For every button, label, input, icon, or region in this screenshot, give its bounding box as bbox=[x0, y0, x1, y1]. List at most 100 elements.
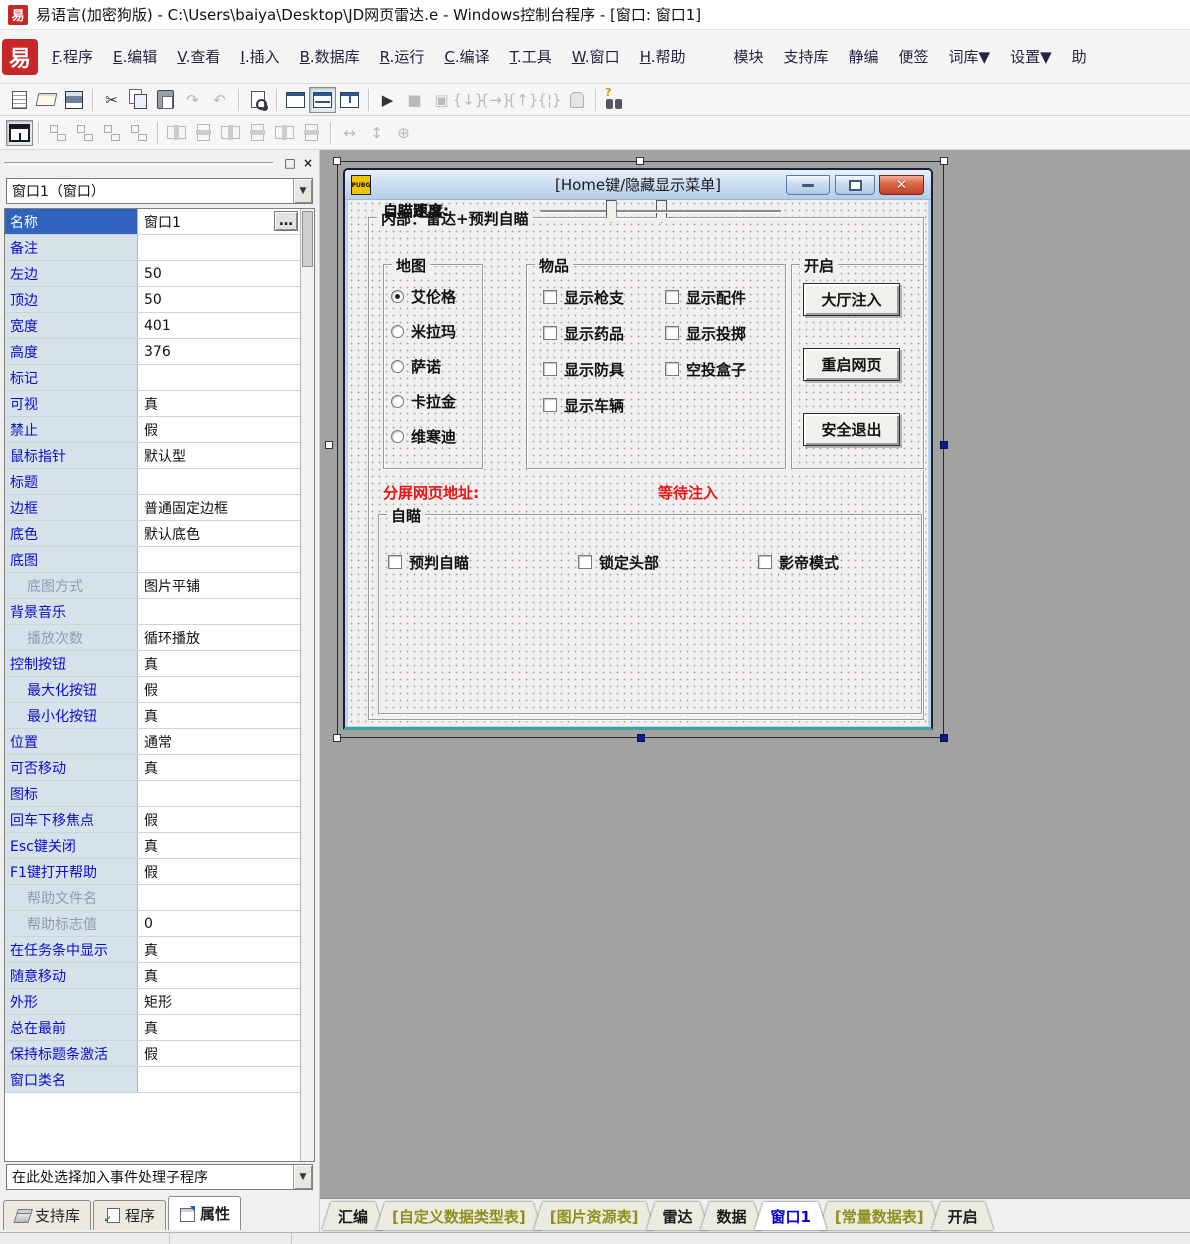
debug-window-icon[interactable]: ▣ bbox=[428, 87, 455, 113]
new-file-icon[interactable] bbox=[6, 87, 33, 113]
designed-form[interactable]: PUBG [Home键/隐藏显示菜单] 内部：雷达+预判自瞄 地图 bbox=[343, 168, 933, 730]
property-row[interactable]: 可视 真 … bbox=[5, 391, 300, 417]
menu-item[interactable]: 模块 bbox=[723, 40, 773, 73]
property-row[interactable]: 备注 … bbox=[5, 235, 300, 261]
toolbar-icon[interactable] bbox=[238, 89, 239, 111]
menu-item[interactable]: 词库▼ bbox=[939, 40, 1001, 73]
toolbar-icon[interactable] bbox=[368, 89, 369, 111]
property-row[interactable]: 边框 普通固定边框 … bbox=[5, 495, 300, 521]
map-radio-option[interactable]: 卡拉金 bbox=[391, 392, 456, 410]
toolbar-icon[interactable] bbox=[157, 122, 158, 144]
step-over-icon[interactable]: {→} bbox=[482, 87, 509, 113]
property-row[interactable]: 总在最前 真 … bbox=[5, 1015, 300, 1041]
undo-icon[interactable]: ↶ bbox=[206, 87, 233, 113]
property-row[interactable]: 顶边 50 … bbox=[5, 287, 300, 313]
property-row[interactable]: 在任务条中显示 真 … bbox=[5, 937, 300, 963]
aim-checkbox[interactable]: 影帝模式 bbox=[758, 553, 839, 571]
pause-hand-icon[interactable] bbox=[563, 87, 590, 113]
property-row[interactable]: 外形 矩形 … bbox=[5, 989, 300, 1015]
save-icon[interactable] bbox=[60, 87, 87, 113]
property-row[interactable]: 帮助标志值 0 … bbox=[5, 911, 300, 937]
property-row[interactable]: 帮助文件名 … bbox=[5, 885, 300, 911]
property-row[interactable]: 高度 376 … bbox=[5, 339, 300, 365]
property-row[interactable]: 底图 … bbox=[5, 547, 300, 573]
layout-bottom-icon[interactable] bbox=[336, 87, 363, 113]
layout-split-icon[interactable] bbox=[309, 87, 336, 113]
document-tab[interactable]: 开启 bbox=[932, 1202, 994, 1230]
same-size-icon[interactable]: ⊕ bbox=[390, 120, 417, 146]
menu-item[interactable]: R.运行 bbox=[370, 40, 435, 73]
toolbar-icon[interactable] bbox=[38, 122, 39, 144]
menu-item[interactable]: 便签 bbox=[889, 40, 939, 73]
document-tab[interactable]: 数据 bbox=[700, 1202, 762, 1230]
menu-item[interactable]: F.程序 bbox=[42, 40, 103, 73]
map-radio-option[interactable]: 米拉玛 bbox=[391, 322, 456, 340]
property-row[interactable]: 窗口类名 … bbox=[5, 1067, 300, 1093]
redo-icon[interactable]: ↷ bbox=[179, 87, 206, 113]
property-row[interactable]: Esc键关闭 真 … bbox=[5, 833, 300, 859]
copy-icon[interactable] bbox=[125, 87, 152, 113]
item-checkbox[interactable]: 显示车辆 bbox=[543, 396, 624, 414]
center-vertical-icon[interactable] bbox=[190, 120, 217, 146]
menu-item[interactable]: B.数据库 bbox=[290, 40, 370, 73]
form-titlebar[interactable]: PUBG [Home键/隐藏显示菜单] bbox=[345, 170, 931, 200]
resize-handle[interactable] bbox=[637, 734, 645, 742]
property-row[interactable]: 最小化按钮 真 … bbox=[5, 703, 300, 729]
resize-handle[interactable] bbox=[333, 734, 341, 742]
space-down-icon[interactable] bbox=[298, 120, 325, 146]
property-row[interactable]: 回车下移焦点 假 … bbox=[5, 807, 300, 833]
form-designer-icon[interactable] bbox=[6, 120, 33, 146]
distribute-vertical-icon[interactable] bbox=[244, 120, 271, 146]
menu-item[interactable]: 支持库 bbox=[774, 40, 839, 73]
menu-item[interactable]: I.插入 bbox=[230, 40, 289, 73]
resize-handle[interactable] bbox=[325, 441, 333, 449]
form-designer-canvas[interactable]: PUBG [Home键/隐藏显示菜单] 内部：雷达+预判自瞄 地图 bbox=[320, 150, 1190, 1198]
run-icon[interactable]: ▶ bbox=[374, 87, 401, 113]
center-horizontal-icon[interactable] bbox=[163, 120, 190, 146]
toolbar-icon[interactable] bbox=[330, 122, 331, 144]
close-button[interactable] bbox=[879, 175, 924, 195]
item-checkbox[interactable]: 空投盒子 bbox=[665, 360, 746, 378]
document-tab[interactable]: [图片资源表] bbox=[534, 1202, 655, 1230]
step-out-icon[interactable]: {↑} bbox=[509, 87, 536, 113]
property-row[interactable]: 底图方式 图片平铺 … bbox=[5, 573, 300, 599]
document-tab[interactable]: [自定义数据类型表] bbox=[376, 1202, 542, 1230]
property-row[interactable]: F1键打开帮助 假 … bbox=[5, 859, 300, 885]
property-row[interactable]: 最大化按钮 假 … bbox=[5, 677, 300, 703]
property-row[interactable]: 底色 默认底色 … bbox=[5, 521, 300, 547]
launch-button[interactable]: 重启网页 bbox=[803, 348, 900, 381]
menu-item[interactable]: H.帮助 bbox=[630, 40, 696, 73]
resize-handle[interactable] bbox=[940, 441, 948, 449]
property-row[interactable]: 标题 … bbox=[5, 469, 300, 495]
align-right-icon[interactable] bbox=[71, 120, 98, 146]
item-checkbox[interactable]: 显示配件 bbox=[665, 288, 746, 306]
layout-full-icon[interactable] bbox=[282, 87, 309, 113]
panel-close-button[interactable]: × bbox=[299, 155, 317, 172]
align-top-icon[interactable] bbox=[98, 120, 125, 146]
chevron-down-icon[interactable]: ▼ bbox=[293, 179, 312, 203]
slider-track[interactable] bbox=[541, 210, 781, 212]
same-height-icon[interactable]: ↕ bbox=[363, 120, 390, 146]
map-radio-option[interactable]: 艾伦格 bbox=[391, 287, 456, 305]
tab-support-library[interactable]: 支持库 bbox=[3, 1200, 91, 1230]
stop-icon[interactable]: ■ bbox=[401, 87, 428, 113]
align-middle-icon[interactable] bbox=[217, 120, 244, 146]
property-row[interactable]: 位置 通常 … bbox=[5, 729, 300, 755]
property-row[interactable]: 宽度 401 … bbox=[5, 313, 300, 339]
property-row[interactable]: 保持标题条激活 假 … bbox=[5, 1041, 300, 1067]
tab-program[interactable]: 程序 bbox=[93, 1200, 166, 1230]
property-grid-scrollbar[interactable] bbox=[300, 209, 314, 1161]
ellipsis-button[interactable]: … bbox=[274, 211, 298, 231]
property-row[interactable]: 随意移动 真 … bbox=[5, 963, 300, 989]
search-binoculars-icon[interactable] bbox=[601, 87, 628, 113]
document-tab[interactable]: 雷达 bbox=[646, 1202, 708, 1230]
aim-checkbox[interactable]: 预判自瞄 bbox=[388, 553, 469, 571]
property-row[interactable]: 鼠标指针 默认型 … bbox=[5, 443, 300, 469]
resize-handle[interactable] bbox=[333, 157, 341, 165]
step-into-icon[interactable]: {↓} bbox=[455, 87, 482, 113]
minimize-button[interactable] bbox=[786, 175, 830, 195]
item-checkbox[interactable]: 显示投掷 bbox=[665, 324, 746, 342]
property-row[interactable]: 播放次数 循环播放 … bbox=[5, 625, 300, 651]
find-icon[interactable] bbox=[244, 87, 271, 113]
document-tab[interactable]: 汇编 bbox=[322, 1202, 384, 1230]
